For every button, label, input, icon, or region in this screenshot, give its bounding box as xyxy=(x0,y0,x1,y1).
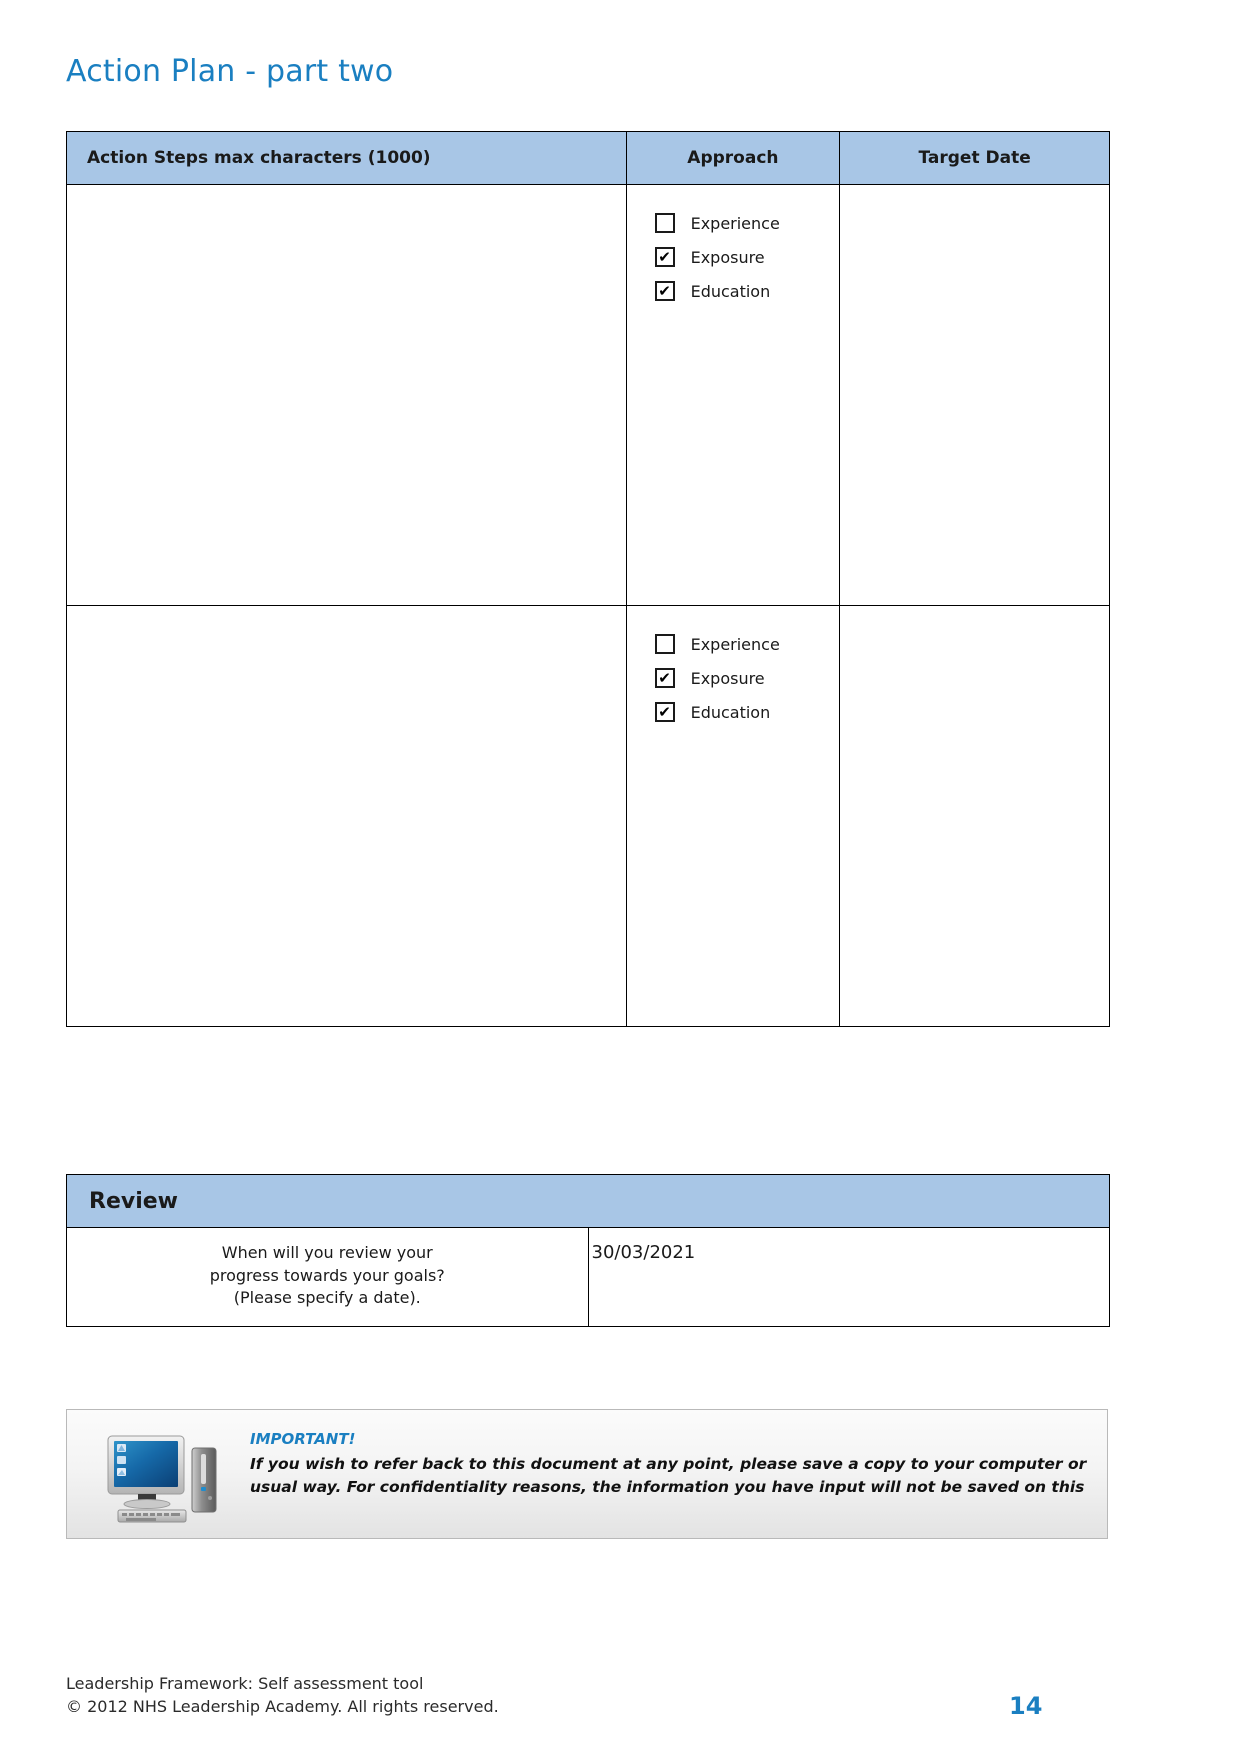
document-page: Action Plan - part two Action Steps max … xyxy=(0,0,1241,1754)
review-header-row: Review xyxy=(66,1174,1110,1228)
desktop-computer-icon xyxy=(102,1428,224,1524)
action-steps-input-row-1[interactable] xyxy=(66,184,627,606)
checkbox-exposure-1[interactable]: ✔ xyxy=(654,247,675,267)
column-header-approach: Approach xyxy=(625,131,841,185)
checkbox-label-education-2: Education xyxy=(690,702,771,722)
target-date-input-row-2[interactable] xyxy=(839,605,1110,1027)
notice-body-line-1: If you wish to refer back to this docume… xyxy=(250,1455,1087,1473)
approach-checkbox-group-row-1: Experience ✔ Exposure ✔ Education xyxy=(627,185,840,301)
checkbox-education-1[interactable]: ✔ xyxy=(654,281,675,301)
approach-cell-row-2: Experience ✔ Exposure ✔ Education xyxy=(625,605,841,1027)
important-notice-box: IMPORTANT! If you wish to refer back to … xyxy=(66,1409,1108,1539)
page-title: Action Plan - part two xyxy=(66,54,394,89)
checkbox-label-experience-2: Experience xyxy=(690,634,780,654)
column-header-target-date: Target Date xyxy=(839,131,1110,185)
footer-line-1: Leadership Framework: Self assessment to… xyxy=(66,1674,424,1693)
page-number: 14 xyxy=(1009,1692,1043,1720)
table-row: Experience ✔ Exposure ✔ Education xyxy=(66,184,1110,606)
footer: Leadership Framework: Self assessment to… xyxy=(66,1672,499,1718)
table-header-row: Action Steps max characters (1000) Appro… xyxy=(66,131,1110,185)
review-question-row: When will you review your progress towar… xyxy=(66,1227,1110,1327)
approach-cell-row-1: Experience ✔ Exposure ✔ Education xyxy=(625,184,841,606)
checkbox-exposure-2[interactable]: ✔ xyxy=(654,668,675,688)
checkbox-row-experience-1[interactable]: Experience xyxy=(654,213,840,233)
review-answer-cell[interactable]: 30/03/2021 xyxy=(587,1227,1110,1327)
table-row: Experience ✔ Exposure ✔ Education xyxy=(66,605,1110,1027)
notice-body-line-2: usual way. For confidentiality reasons, … xyxy=(250,1478,1085,1497)
review-question-line-3: (Please specify a date). xyxy=(233,1288,421,1308)
review-question-cell: When will you review your progress towar… xyxy=(66,1227,589,1327)
review-question-line-2: progress towards your goals? xyxy=(209,1265,445,1285)
checkbox-experience-2[interactable] xyxy=(654,634,675,654)
review-table: Review When will you review your progres… xyxy=(66,1174,1110,1327)
important-notice-text: IMPORTANT! If you wish to refer back to … xyxy=(250,1430,1241,1500)
review-date-value[interactable]: 30/03/2021 xyxy=(592,1242,696,1263)
checkbox-label-education-1: Education xyxy=(690,281,771,301)
checkbox-row-exposure-2[interactable]: ✔ Exposure xyxy=(654,668,840,688)
action-plan-table: Action Steps max characters (1000) Appro… xyxy=(66,131,1110,1027)
checkbox-row-experience-2[interactable]: Experience xyxy=(654,634,840,654)
checkbox-label-exposure-1: Exposure xyxy=(690,247,765,267)
checkbox-experience-1[interactable] xyxy=(654,213,675,233)
footer-line-2: © 2012 NHS Leadership Academy. All right… xyxy=(66,1697,499,1717)
action-steps-input-row-2[interactable] xyxy=(66,605,627,1027)
checkbox-label-experience-1: Experience xyxy=(690,213,780,233)
notice-important-label: IMPORTANT! xyxy=(250,1430,356,1448)
review-section-title: Review xyxy=(66,1174,1110,1228)
review-question-text: When will you review your progress towar… xyxy=(67,1242,588,1310)
checkbox-row-exposure-1[interactable]: ✔ Exposure xyxy=(654,247,840,267)
checkbox-row-education-1[interactable]: ✔ Education xyxy=(654,281,840,301)
target-date-input-row-1[interactable] xyxy=(839,184,1110,606)
checkbox-row-education-2[interactable]: ✔ Education xyxy=(654,702,840,722)
approach-checkbox-group-row-2: Experience ✔ Exposure ✔ Education xyxy=(627,606,840,722)
checkbox-label-exposure-2: Exposure xyxy=(690,668,765,688)
review-question-line-1: When will you review your xyxy=(221,1243,433,1262)
checkbox-education-2[interactable]: ✔ xyxy=(654,702,675,722)
column-header-action-steps: Action Steps max characters (1000) xyxy=(66,131,627,185)
